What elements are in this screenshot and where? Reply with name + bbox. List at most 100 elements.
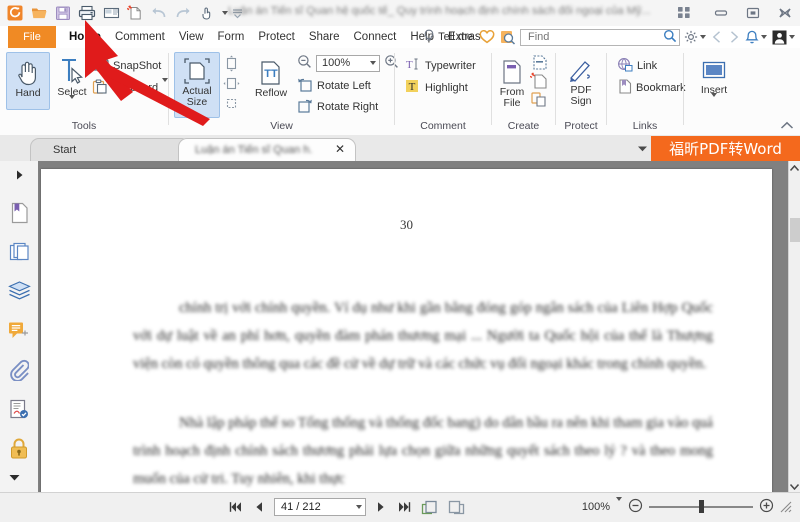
scroll-up-button[interactable]: [789, 161, 800, 175]
clipboard-button[interactable]: Clipboard: [92, 78, 168, 97]
reflow-button[interactable]: TT Reflow: [249, 55, 293, 117]
select-caret-icon[interactable]: [69, 99, 75, 111]
ribbon-layout-icon[interactable]: [672, 3, 698, 23]
redo-icon[interactable]: [172, 3, 194, 24]
back-arrow-icon[interactable]: [710, 30, 724, 44]
rotate-right-button[interactable]: Rotate Right: [297, 97, 378, 116]
find-input[interactable]: [526, 30, 663, 44]
zoom-out-icon[interactable]: [297, 54, 312, 72]
fit-visible-button[interactable]: [223, 94, 243, 113]
notifications-bell-icon[interactable]: [744, 30, 768, 45]
user-avatar-icon[interactable]: [771, 30, 796, 45]
scroll-down-button[interactable]: [789, 479, 800, 493]
menu-item-connect[interactable]: Connect: [347, 26, 404, 48]
zoom-in-button[interactable]: [759, 498, 774, 516]
favorites-heart-icon[interactable]: [478, 30, 496, 44]
zoom-slider-thumb[interactable]: [699, 500, 704, 513]
close-tab-icon[interactable]: ✕: [335, 143, 345, 155]
find-magnifier-icon[interactable]: [663, 29, 677, 46]
foxit-logo-icon[interactable]: [4, 3, 26, 24]
comments-panel-icon[interactable]: [7, 319, 31, 343]
resize-grip-icon[interactable]: [780, 501, 792, 513]
forward-arrow-icon[interactable]: [727, 30, 741, 44]
create-pdf-icon[interactable]: [124, 3, 146, 24]
touch-mode-icon[interactable]: [196, 3, 218, 24]
create-from-clipboard-button[interactable]: [530, 91, 548, 111]
continuous-view-button[interactable]: [446, 497, 466, 517]
ribbon-group-protect: PDF Sign Protect: [556, 48, 606, 135]
create-from-file-button[interactable]: From File: [494, 54, 530, 120]
vertical-scrollbar[interactable]: [788, 161, 800, 493]
actual-size-button[interactable]: Actual Size: [174, 52, 220, 118]
previous-page-button[interactable]: [251, 497, 267, 517]
document-viewport[interactable]: 30 chính trị với chính quyền. Ví dụ như …: [38, 161, 788, 493]
tell-me-button[interactable]: Tell me: [421, 29, 475, 46]
create-blank-button[interactable]: [530, 72, 548, 92]
pages-panel-icon[interactable]: [7, 240, 31, 264]
print-button[interactable]: [76, 3, 98, 24]
snapshot-button[interactable]: SnapShot: [92, 56, 161, 75]
tab-document[interactable]: Luận án Tiến sĩ Quan h... ✕: [178, 138, 356, 161]
first-page-button[interactable]: [228, 497, 244, 517]
typewriter-button[interactable]: T Typewriter: [405, 56, 476, 75]
rotate-left-button[interactable]: Rotate Left: [297, 76, 371, 95]
menu-item-protect[interactable]: Protect: [251, 26, 301, 48]
menu-item-comment[interactable]: Comment: [108, 26, 172, 48]
rotate-left-icon: [297, 76, 313, 95]
find-input-wrapper[interactable]: [520, 29, 680, 46]
window-title: Luận án Tiến sĩ Quan hệ quốc tế_ Quy trì…: [228, 5, 653, 21]
ribbon: Hand Select SnapShot Clipboard Tools: [0, 48, 800, 136]
last-page-button[interactable]: [396, 497, 412, 517]
ribbon-group-links: Link Bookmark Links: [607, 48, 683, 135]
collapse-ribbon-button[interactable]: [780, 121, 794, 133]
insert-button[interactable]: Insert: [692, 54, 736, 122]
link-button[interactable]: Link: [617, 56, 657, 75]
security-panel-icon[interactable]: [7, 437, 31, 461]
page-number-text: 30: [41, 217, 772, 233]
email-icon[interactable]: [100, 3, 122, 24]
single-page-view-button[interactable]: [419, 497, 439, 517]
hand-tool-button[interactable]: Hand: [6, 52, 50, 110]
search-document-icon[interactable]: [499, 30, 517, 45]
maximize-button[interactable]: [740, 3, 766, 23]
expand-panel-icon[interactable]: [16, 170, 24, 183]
tab-start-label: Start: [53, 144, 76, 156]
layers-panel-icon[interactable]: [7, 279, 31, 303]
highlight-button[interactable]: T Highlight: [405, 78, 468, 97]
fit-page-button[interactable]: [223, 54, 243, 73]
next-page-button[interactable]: [373, 497, 389, 517]
pdf-sign-button[interactable]: PDF Sign: [559, 54, 603, 120]
select-tool-button[interactable]: Select: [50, 52, 94, 122]
create-from-scanner-button[interactable]: [530, 53, 548, 73]
zoom-level-select[interactable]: 100%: [316, 55, 380, 72]
close-button[interactable]: [772, 3, 798, 23]
scrollbar-thumb[interactable]: [790, 218, 800, 242]
open-icon[interactable]: [28, 3, 50, 24]
zoom-preset-caret-icon[interactable]: [616, 501, 622, 513]
paragraph-2: Nhà lập pháp thể so Tổng thống và thống …: [133, 409, 713, 493]
bookmark-button[interactable]: Bookmark: [617, 78, 686, 97]
fit-width-button[interactable]: [223, 74, 243, 93]
signatures-panel-icon[interactable]: [7, 397, 31, 421]
menu-item-form[interactable]: Form: [211, 26, 252, 48]
pdf-to-word-button[interactable]: 福昕PDF转Word: [651, 136, 800, 161]
bookmark-panel-icon[interactable]: [7, 201, 31, 225]
menu-item-file[interactable]: File: [8, 26, 56, 48]
insert-caret-icon[interactable]: [711, 97, 717, 109]
minimize-button[interactable]: [708, 3, 734, 23]
zoom-slider[interactable]: [649, 500, 753, 514]
hand-tool-label: Hand: [15, 88, 40, 99]
menu-bar: File Home Comment View Form Protect Shar…: [0, 26, 800, 49]
undo-icon[interactable]: [148, 3, 170, 24]
collapse-panel-icon[interactable]: [9, 473, 20, 485]
menu-item-share[interactable]: Share: [302, 26, 347, 48]
tab-list-caret-icon[interactable]: [637, 144, 648, 156]
menu-item-home[interactable]: Home: [62, 26, 108, 48]
zoom-out-button[interactable]: [628, 498, 643, 516]
tab-start[interactable]: Start: [30, 138, 190, 161]
page-number-input[interactable]: 41 / 212: [274, 498, 366, 516]
save-icon[interactable]: [52, 3, 74, 24]
settings-gear-icon[interactable]: [683, 30, 707, 44]
menu-item-view[interactable]: View: [172, 26, 211, 48]
attachments-panel-icon[interactable]: [7, 358, 31, 382]
